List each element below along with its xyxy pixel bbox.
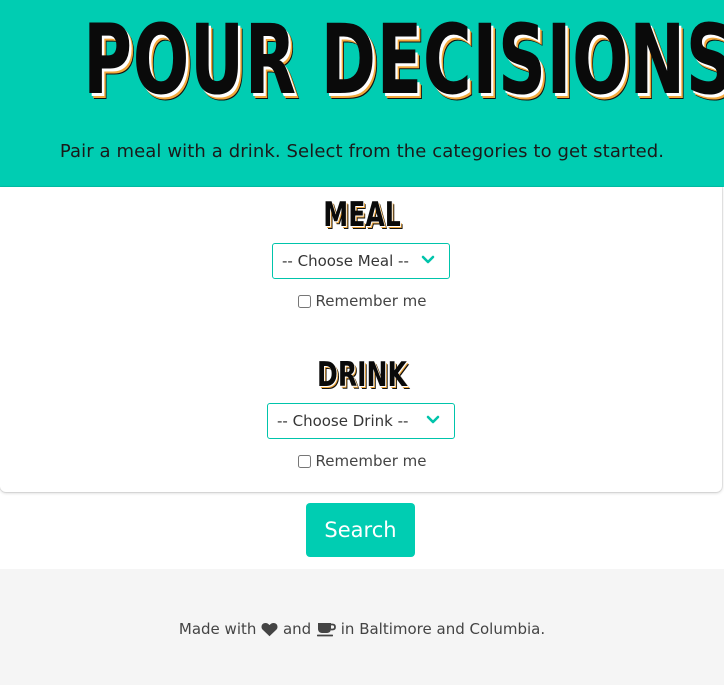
coffee-icon [316,622,336,636]
drink-select[interactable]: -- Choose Drink -- [267,403,455,439]
site-title: POUR DECISIONS [83,4,724,116]
meal-heading: MEAL [323,195,401,235]
tagline: Pair a meal with a drink. Select from th… [59,141,665,162]
chevron-down-icon [426,415,440,424]
footer-suffix: in Baltimore and Columbia. [340,620,546,638]
meal-select-value: -- Choose Meal -- [282,252,409,270]
meal-remember-checkbox[interactable] [297,294,311,308]
footer-and: and [282,620,312,638]
hero-banner: POUR DECISIONS Pair a meal with a drink.… [0,0,724,187]
selection-card: MEAL -- Choose Meal -- Remember me DRINK… [0,187,722,492]
search-button[interactable]: Search [306,503,415,557]
drink-select-value: -- Choose Drink -- [277,412,409,430]
meal-remember-label: Remember me [315,292,427,310]
chevron-down-icon [421,255,435,264]
footer-credit: Made with and in Baltimore and Columbia. [0,620,724,638]
drink-remember[interactable]: Remember me [0,452,724,470]
heart-icon [261,622,278,636]
meal-select[interactable]: -- Choose Meal -- [272,243,450,279]
footer-prefix: Made with [178,620,257,638]
drink-remember-label: Remember me [315,452,427,470]
meal-remember[interactable]: Remember me [0,292,724,310]
drink-heading: DRINK [317,355,407,395]
drink-remember-checkbox[interactable] [297,454,311,468]
footer: Made with and in Baltimore and Columbia. [0,569,724,685]
